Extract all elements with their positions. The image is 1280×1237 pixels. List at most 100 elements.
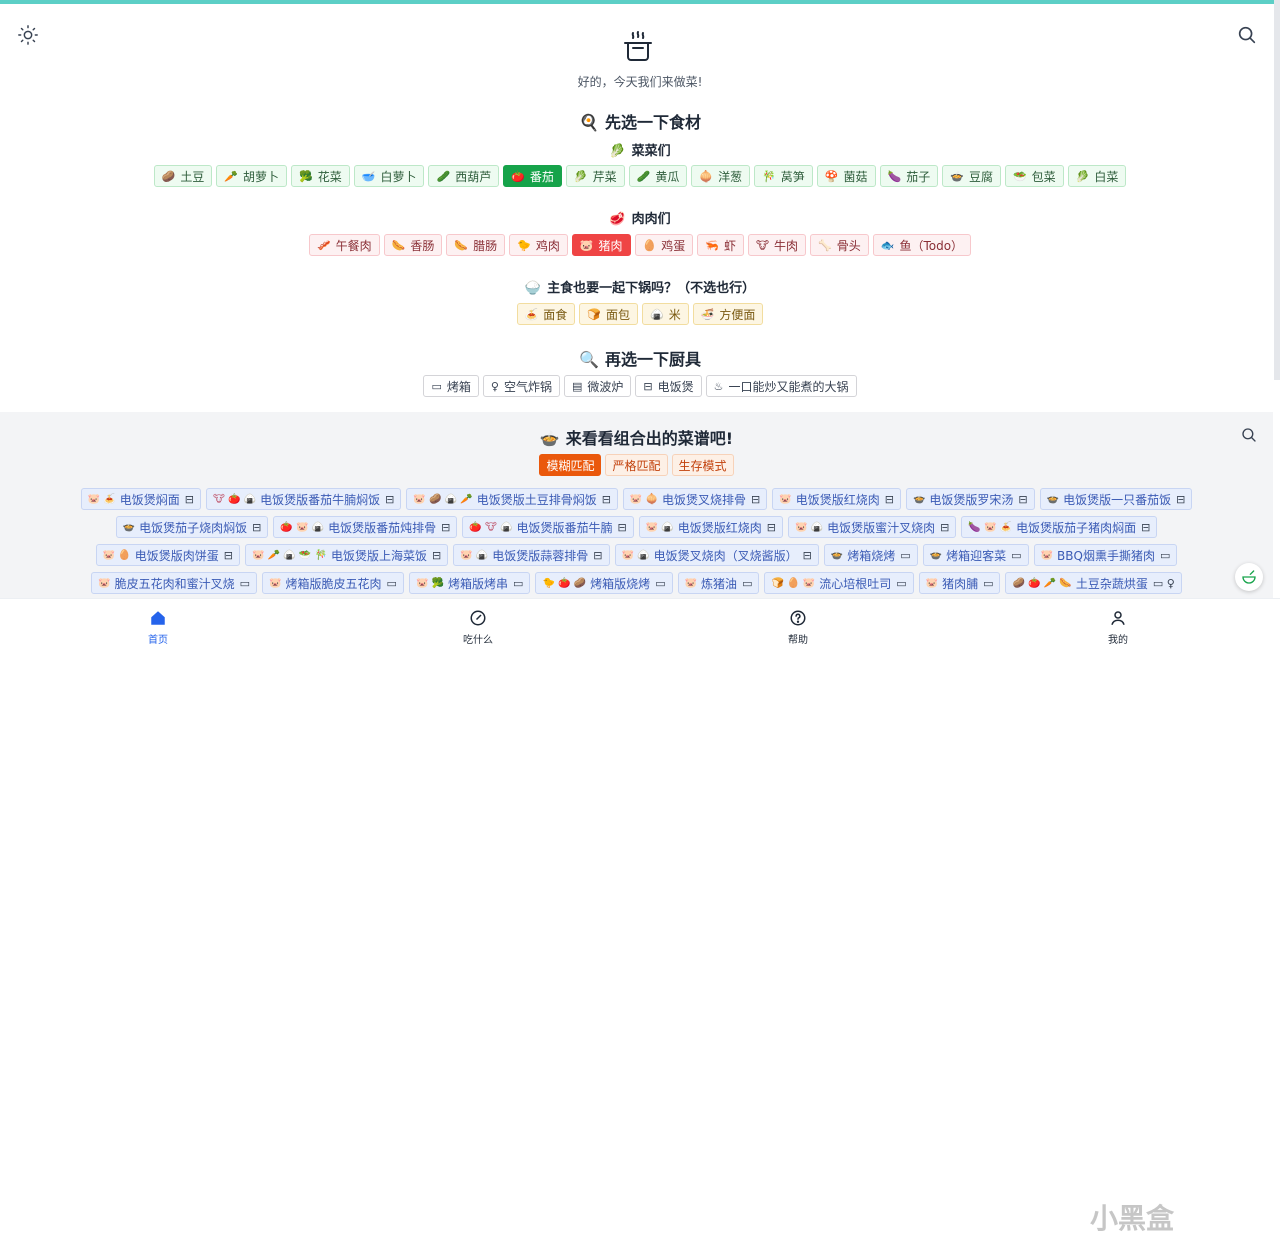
- search-icon[interactable]: [1236, 24, 1258, 46]
- meat-title-text: 肉肉们: [631, 212, 671, 227]
- meat-tag[interactable]: 🌭 香肠: [383, 234, 443, 256]
- recipe-tag[interactable]: 🥔 🍅 🥕 🌭 土豆杂蔬烘蛋 ▭ ♀: [1005, 572, 1182, 594]
- recipe-label: 烤箱版烧烤: [590, 576, 651, 591]
- recipe-tag[interactable]: 🍅 🐮 🍙 电饭煲版番茄牛腩 ⊟: [462, 516, 634, 538]
- staple-tag[interactable]: 🍜 方便面: [692, 303, 764, 325]
- vegetable-tag[interactable]: 🍲 豆腐: [942, 165, 1001, 187]
- tool-tag[interactable]: ▭ 烤箱: [423, 375, 479, 397]
- meat-tag[interactable]: 🦴 骨头: [810, 234, 869, 256]
- recipe-tag[interactable]: 🍲 烤箱烧烤 ▭: [823, 544, 918, 566]
- staple-tag[interactable]: 🍙 米: [642, 303, 689, 325]
- staple-tag[interactable]: 🍝 面食: [516, 303, 576, 325]
- tool-tag[interactable]: ▤ 微波炉: [563, 375, 632, 397]
- recipe-tag[interactable]: 🐷 BBQ烟熏手撕猪肉 ▭: [1033, 544, 1178, 566]
- recipe-tool-icon: ⊟: [1141, 520, 1151, 534]
- vegetable-tag[interactable]: 🥣 白萝卜: [353, 165, 425, 187]
- tool-tag[interactable]: ♀ 空气炸锅: [482, 375, 560, 397]
- vegetable-tag[interactable]: 🍄 菌菇: [816, 165, 876, 187]
- recipe-tag[interactable]: 🐷 脆皮五花肉和蜜汁叉烧 ▭: [91, 572, 258, 594]
- vegetable-emoji-icon: 🥔: [161, 169, 176, 183]
- recipe-tag[interactable]: 🐮 🍅 🍙 电饭煲版番茄牛腩焖饭 ⊟: [206, 488, 402, 510]
- vegetable-tag[interactable]: 🍅 番茄: [503, 165, 562, 187]
- floating-bowl-button[interactable]: [1235, 563, 1263, 591]
- meat-tag[interactable]: 🐷 猪肉: [571, 234, 631, 256]
- recipe-tool-icon: ▭: [386, 576, 397, 590]
- recipe-tag[interactable]: 🍲 电饭煲茄子烧肉焖饭 ⊟: [115, 516, 269, 538]
- vegetable-tag[interactable]: 🎋 莴笋: [754, 165, 813, 187]
- recipe-tag[interactable]: 🍅 🐷 🍙 电饭煲版番茄炖排骨 ⊟: [273, 516, 458, 538]
- vegetable-tag[interactable]: 🥬 芹菜: [565, 165, 625, 187]
- vegetable-tag[interactable]: 🥗 包菜: [1004, 165, 1064, 187]
- meat-tag[interactable]: 🥚 鸡蛋: [634, 234, 694, 256]
- tool-tag[interactable]: ♨ 一口能炒又能煮的大锅: [705, 375, 857, 397]
- recipe-tag[interactable]: 🍲 烤箱迎客菜 ▭: [922, 544, 1029, 566]
- recipe-tag[interactable]: 🐷 🍙 电饭煲版蜜汁叉烧肉 ⊟: [788, 516, 957, 538]
- recipe-tool-icon: ⊟: [601, 492, 611, 506]
- recipe-ingredient-icons: 🍲: [929, 549, 943, 561]
- recipe-tag[interactable]: 🐷 🧅 电饭煲叉烧排骨 ⊟: [622, 488, 768, 510]
- vegetable-tag[interactable]: 🍆 茄子: [879, 165, 939, 187]
- recipe-tag[interactable]: 🐷 🥕 🍙 🥗 🎋 电饭煲版上海菜饭 ⊟: [244, 544, 449, 566]
- recipe-tag[interactable]: 🐷 电饭煲版红烧肉 ⊟: [772, 488, 901, 510]
- recipe-tool-icon: ▭: [983, 576, 994, 590]
- vegetable-tag-label: 莴笋: [780, 169, 805, 184]
- recipe-tag[interactable]: 🍆 🐷 🍝 电饭煲版茄子猪肉焖面 ⊟: [961, 516, 1158, 538]
- recipe-tag[interactable]: 🐷 炼猪油 ▭: [677, 572, 760, 594]
- match-mode-tab[interactable]: 严格匹配: [605, 454, 668, 476]
- nav-mine[interactable]: 我的: [1078, 609, 1158, 646]
- vegetable-tag[interactable]: 🥔 土豆: [153, 165, 213, 187]
- recipe-row: 🐷 🍝 电饭煲焖面 ⊟ 🐮 🍅 🍙 电饭煲版番茄牛腩焖饭 ⊟ 🐷 🥔 🍙 🥕 电饭煲版土豆排骨…: [0, 488, 1273, 510]
- nav-eat[interactable]: 吃什么: [438, 609, 518, 646]
- vegetable-tag[interactable]: 🧅 洋葱: [691, 165, 751, 187]
- recipe-tool-icon: ⊟: [940, 520, 950, 534]
- recipe-label: 电饭煲版红烧肉: [795, 492, 880, 507]
- ingredients-title-text: 先选一下食材: [604, 113, 701, 132]
- meat-tag[interactable]: 🌭 腊肠: [446, 234, 506, 256]
- recipe-label: 电饭煲版红烧肉: [677, 520, 762, 535]
- rice-icon: 🍚: [524, 281, 542, 296]
- recipe-tag[interactable]: 🐷 🍙 电饭煲版红烧肉 ⊟: [638, 516, 784, 538]
- meat-tag[interactable]: 🐤 鸡肉: [509, 234, 568, 256]
- meat-tag[interactable]: 🐮 牛肉: [747, 234, 807, 256]
- recipe-ingredient-icons: 🐷: [779, 493, 792, 505]
- vegetable-emoji-icon: 🥬: [1075, 169, 1090, 183]
- meat-tag[interactable]: 🦐 虾: [697, 234, 744, 256]
- recipe-tag[interactable]: 🍲 电饭煲版罗宋汤 ⊟: [905, 488, 1035, 510]
- tool-tag[interactable]: ⊟ 电饭煲: [635, 375, 702, 397]
- recipe-tag[interactable]: 🍲 电饭煲版一只番茄饭 ⊟: [1039, 488, 1193, 510]
- tools-title-text: 再选一下厨具: [604, 350, 701, 369]
- recipe-tag[interactable]: 🐷 🥚 电饭煲版肉饼蛋 ⊟: [95, 544, 240, 566]
- recipes-panel: 🍲 来看看组合出的菜谱吧! 模糊匹配 严格匹配 生存模式 🐷 🍝 电饭煲焖面 ⊟ 🐮 🍅 🍙…: [0, 412, 1273, 598]
- match-mode-tab[interactable]: 生存模式: [671, 454, 734, 476]
- vegetable-tag[interactable]: 🥬 白菜: [1067, 165, 1127, 187]
- recipe-tag[interactable]: 🐷 🍝 电饭煲焖面 ⊟: [80, 488, 201, 510]
- nav-home[interactable]: 首页: [118, 609, 198, 646]
- recipe-ingredient-icons: 🐷 🧅: [629, 493, 659, 505]
- recipe-tag[interactable]: 🐷 烤箱版脆皮五花肉 ▭: [262, 572, 404, 594]
- recipe-tag[interactable]: 🐷 🥔 🍙 🥕 电饭煲版土豆排骨焖饭 ⊟: [406, 488, 618, 510]
- recipe-row: 🍲 电饭煲茄子烧肉焖饭 ⊟ 🍅 🐷 🍙 电饭煲版番茄炖排骨 ⊟ 🍅 🐮 🍙 电饭煲版番茄牛腩 ⊟…: [0, 516, 1273, 538]
- sun-icon[interactable]: [17, 24, 39, 46]
- vegetable-tag[interactable]: 🥦 花菜: [291, 165, 350, 187]
- recipe-tag[interactable]: 🍞 🥚 🐷 流心培根吐司 ▭: [764, 572, 914, 594]
- meat-tag[interactable]: 🐟 鱼（Todo）: [872, 234, 972, 256]
- match-mode-tab[interactable]: 模糊匹配: [539, 454, 602, 476]
- page-scrollbar[interactable]: [1274, 0, 1280, 380]
- recipe-tag[interactable]: 🐷 猪肉脯 ▭: [918, 572, 1001, 594]
- vegetable-tag[interactable]: 🥒 西葫芦: [428, 165, 500, 187]
- vegetable-tag[interactable]: 🥒 黄瓜: [628, 165, 688, 187]
- recipe-label: 烤箱烧烤: [847, 548, 896, 563]
- recipe-tool-icon: ⊟: [593, 548, 603, 562]
- recipe-ingredient-icons: 🐷 🍙: [460, 549, 489, 561]
- nav-help[interactable]: 帮助: [758, 609, 838, 646]
- meat-tag[interactable]: 🥓 午餐肉: [308, 234, 380, 256]
- recipe-tag[interactable]: 🐷 🍙 电饭煲叉烧肉（叉烧酱版） ⊟: [614, 544, 819, 566]
- recipe-tag[interactable]: 🐷 🍙 电饭煲版蒜蓉排骨 ⊟: [453, 544, 610, 566]
- recipe-tag[interactable]: 🐤 🍅 🥔 烤箱版烧烤 ▭: [535, 572, 673, 594]
- recipe-tag[interactable]: 🐷 🥦 烤箱版烤串 ▭: [408, 572, 531, 594]
- tool-emoji-icon: ▭: [431, 379, 442, 393]
- staple-tag[interactable]: 🍞 面包: [579, 303, 638, 325]
- meat-tag-label: 猪肉: [598, 238, 623, 253]
- nav-mine-label: 我的: [1108, 635, 1128, 646]
- vegetable-tag[interactable]: 🥕 胡萝卜: [216, 165, 288, 187]
